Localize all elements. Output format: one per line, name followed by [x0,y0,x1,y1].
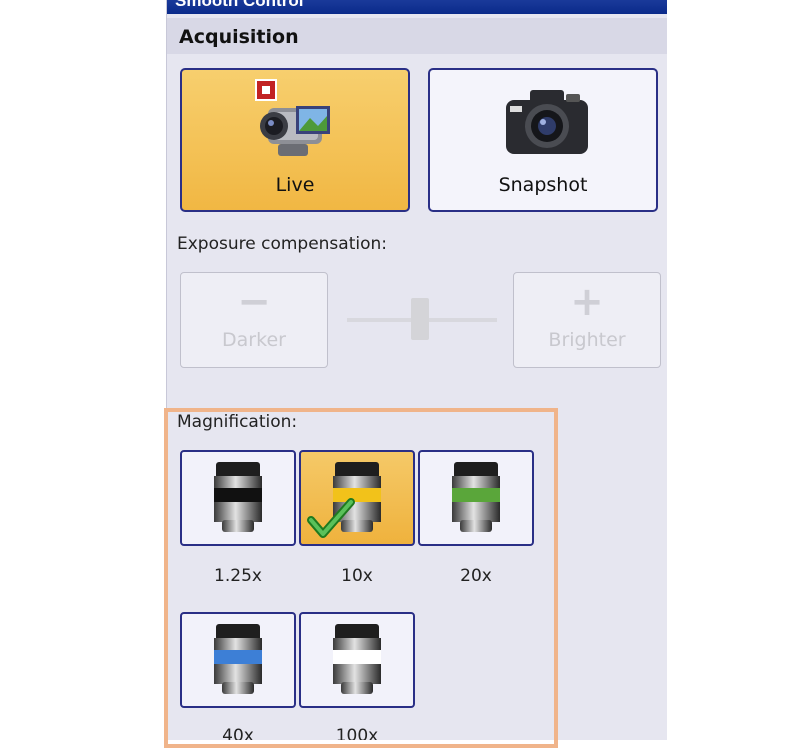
darker-label: Darker [222,329,286,351]
brighter-button[interactable]: + Brighter [513,272,661,368]
exposure-label: Exposure compensation: [177,234,388,254]
window-titlebar: Smooth Control [167,0,667,14]
exposure-slider-thumb[interactable] [411,298,429,340]
camera-icon [502,84,592,164]
video-camera-icon [252,78,342,172]
window-title: Smooth Control [175,0,304,10]
live-button[interactable]: Live [180,68,410,212]
plus-icon: + [570,279,604,325]
magnification-highlight-box [164,408,558,748]
acquisition-header[interactable]: Acquisition [167,18,667,54]
snapshot-label: Snapshot [498,174,588,196]
brighter-label: Brighter [548,329,626,351]
minus-icon: − [237,279,271,325]
acquisition-title: Acquisition [179,26,299,48]
darker-button[interactable]: − Darker [180,272,328,368]
live-label: Live [275,174,315,196]
snapshot-button[interactable]: Snapshot [428,68,658,212]
